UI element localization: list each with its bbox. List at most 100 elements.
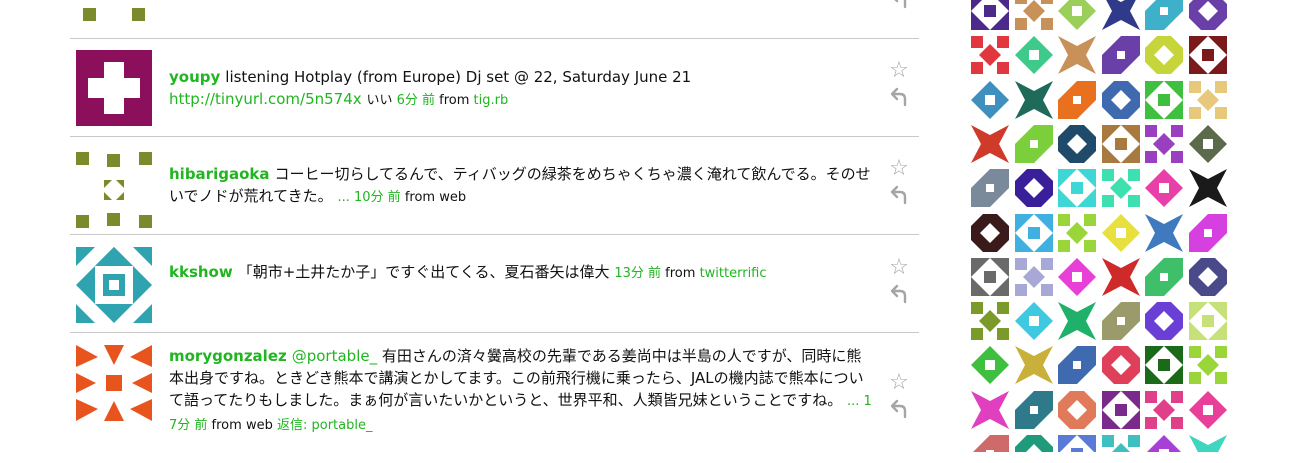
follower-avatar[interactable] <box>1145 346 1183 385</box>
avatar[interactable] <box>76 345 152 421</box>
follower-avatar[interactable] <box>1101 169 1140 208</box>
follower-avatar[interactable] <box>971 169 1009 208</box>
tweet-username[interactable]: morygonzalez <box>169 347 287 365</box>
follower-avatar[interactable] <box>1101 302 1140 341</box>
follower-avatar[interactable] <box>1145 0 1183 30</box>
follower-avatar[interactable] <box>1058 390 1096 429</box>
reply-arrow-icon[interactable] <box>886 185 912 211</box>
follower-avatar[interactable] <box>971 435 1009 452</box>
follower-avatar[interactable] <box>1145 169 1183 208</box>
star-outline-icon[interactable]: ☆ <box>886 156 912 182</box>
follower-avatar[interactable] <box>1058 213 1096 252</box>
follower-avatar[interactable] <box>1101 435 1140 452</box>
follower-avatar[interactable] <box>1058 169 1096 208</box>
follower-avatar[interactable] <box>1145 80 1183 119</box>
follower-avatar[interactable] <box>1145 435 1183 452</box>
tweet-source: web <box>439 190 467 205</box>
tweet-timestamp[interactable]: 13分 前 <box>614 266 661 281</box>
tweet-actions: ☆ <box>886 156 916 211</box>
avatar[interactable] <box>76 247 152 323</box>
follower-avatar[interactable] <box>1014 257 1053 296</box>
follower-avatar-grid <box>971 0 1231 452</box>
tweet-source[interactable]: tig.rb <box>474 93 509 108</box>
follower-avatar[interactable] <box>971 36 1009 75</box>
reply-arrow-icon[interactable] <box>886 284 912 310</box>
reply-arrow-icon[interactable] <box>886 87 912 113</box>
follower-avatar[interactable] <box>1145 124 1183 163</box>
follower-avatar[interactable] <box>1188 80 1227 119</box>
follower-avatar[interactable] <box>1101 124 1140 163</box>
follower-avatar[interactable] <box>1058 302 1096 341</box>
avatar[interactable] <box>76 50 152 126</box>
tweet-item: hibarigaoka コーヒー切らしてるんで、ティバッグの緑茶をめちゃくちゃ濃く… <box>70 136 919 235</box>
follower-avatar[interactable] <box>1145 257 1183 296</box>
follower-avatar[interactable] <box>1145 36 1183 75</box>
tweet-username[interactable]: kkshow <box>169 263 233 281</box>
follower-avatar[interactable] <box>1145 302 1183 341</box>
follower-avatar[interactable] <box>1058 80 1096 119</box>
follower-avatar[interactable] <box>1188 169 1227 208</box>
follower-avatar[interactable] <box>1188 257 1227 296</box>
star-outline-icon[interactable]: ☆ <box>886 255 912 281</box>
follower-avatar[interactable] <box>1101 390 1140 429</box>
tweet-timestamp[interactable]: 10分 前 <box>354 190 401 205</box>
avatar[interactable] <box>76 152 152 228</box>
follower-avatar[interactable] <box>1188 346 1227 385</box>
follower-avatar[interactable] <box>1058 124 1096 163</box>
tweet-username[interactable]: hibarigaoka <box>169 165 269 183</box>
follower-avatar[interactable] <box>1014 435 1053 452</box>
tweet-ellipsis[interactable]: ... <box>847 394 859 409</box>
follower-avatar[interactable] <box>1101 80 1140 119</box>
follower-avatar[interactable] <box>1058 435 1096 452</box>
tweet-body: kkshow 「朝市+土井たか子」ですぐ出てくる、夏石番矢は偉大 13分 前 fr… <box>169 261 875 285</box>
follower-avatar[interactable] <box>1101 36 1140 75</box>
follower-avatar[interactable] <box>971 80 1009 119</box>
follower-avatar[interactable] <box>1101 257 1140 296</box>
reply-arrow-icon[interactable] <box>886 0 912 15</box>
follower-avatar[interactable] <box>1101 346 1140 385</box>
tweet-mention[interactable]: @portable_ <box>292 347 377 365</box>
follower-avatar[interactable] <box>971 390 1009 429</box>
follower-avatar[interactable] <box>971 257 1009 296</box>
follower-avatar[interactable] <box>1014 0 1053 30</box>
follower-avatar[interactable] <box>1145 213 1183 252</box>
follower-avatar[interactable] <box>971 124 1009 163</box>
follower-avatar[interactable] <box>1014 169 1053 208</box>
tweet-link[interactable]: http://tinyurl.com/5n574x <box>169 90 362 108</box>
follower-avatar[interactable] <box>1014 213 1053 252</box>
follower-avatar[interactable] <box>1188 124 1227 163</box>
star-outline-icon[interactable]: ☆ <box>886 58 912 84</box>
tweet-username[interactable]: youpy <box>169 68 220 86</box>
follower-avatar[interactable] <box>1101 213 1140 252</box>
tweet-timestamp[interactable]: 6分 前 <box>397 93 435 108</box>
reply-arrow-icon[interactable] <box>886 399 912 425</box>
follower-avatar[interactable] <box>971 346 1009 385</box>
in-reply-to-link[interactable]: 返信: portable_ <box>277 418 373 433</box>
tweet-meta: ... 10分 前 from web <box>337 190 466 205</box>
follower-avatar[interactable] <box>971 213 1009 252</box>
follower-avatar[interactable] <box>1188 435 1227 452</box>
follower-avatar[interactable] <box>1014 124 1053 163</box>
follower-avatar[interactable] <box>1188 213 1227 252</box>
follower-avatar[interactable] <box>1058 257 1096 296</box>
star-outline-icon[interactable]: ☆ <box>886 370 912 396</box>
follower-avatar[interactable] <box>1014 80 1053 119</box>
follower-avatar[interactable] <box>1014 302 1053 341</box>
follower-avatar[interactable] <box>1058 346 1096 385</box>
follower-avatar[interactable] <box>1188 390 1227 429</box>
follower-avatar[interactable] <box>1188 0 1227 30</box>
follower-avatar[interactable] <box>1014 390 1053 429</box>
previous-tweet-avatar[interactable] <box>76 0 152 38</box>
follower-avatar[interactable] <box>1188 302 1227 341</box>
tweet-source[interactable]: twitterrific <box>700 266 767 281</box>
follower-avatar[interactable] <box>1188 36 1227 75</box>
follower-avatar[interactable] <box>1101 0 1140 30</box>
tweet-ellipsis[interactable]: ... <box>337 190 349 205</box>
follower-avatar[interactable] <box>1058 0 1096 30</box>
follower-avatar[interactable] <box>1014 36 1053 75</box>
follower-avatar[interactable] <box>971 302 1009 341</box>
follower-avatar[interactable] <box>1014 346 1053 385</box>
follower-avatar[interactable] <box>971 0 1009 30</box>
follower-avatar[interactable] <box>1058 36 1096 75</box>
follower-avatar[interactable] <box>1145 390 1183 429</box>
